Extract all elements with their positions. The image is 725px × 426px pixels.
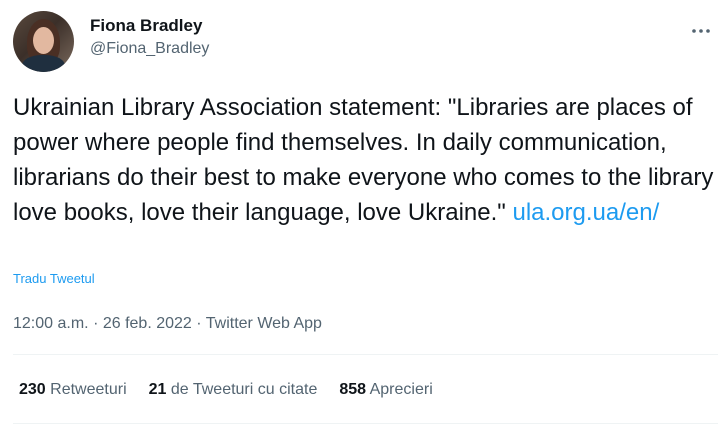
quote-tweets-label: de Tweeturi cu citate [170, 381, 318, 398]
retweets-label: Retweeturi [50, 381, 127, 398]
likes-stat[interactable]: 858 Aprecieri [339, 379, 432, 401]
tweet-date[interactable]: 26 feb. 2022 [103, 315, 192, 332]
divider [13, 423, 718, 424]
tweet-stats: 230 Retweeturi 21 de Tweeturi cu citate … [19, 379, 433, 401]
tweet-source[interactable]: Twitter Web App [206, 315, 322, 332]
divider [13, 354, 718, 355]
tweet-header: Fiona Bradley @Fiona_Bradley [13, 11, 713, 72]
avatar[interactable] [13, 11, 74, 72]
meta-separator: · [196, 315, 202, 332]
tweet-detail: Fiona Bradley @Fiona_Bradley Ukrainian L… [0, 0, 725, 426]
tweet-link[interactable]: ula.org.ua/en/ [512, 199, 659, 226]
author-names: Fiona Bradley @Fiona_Bradley [90, 15, 209, 61]
more-horizontal-icon[interactable] [689, 19, 713, 43]
retweets-stat[interactable]: 230 Retweeturi [19, 379, 127, 401]
tweet-time[interactable]: 12:00 a.m. [13, 315, 89, 332]
author-handle[interactable]: @Fiona_Bradley [90, 37, 209, 61]
retweets-count: 230 [19, 381, 46, 398]
tweet-text: Ukrainian Library Association statement:… [13, 90, 718, 230]
likes-count: 858 [339, 381, 367, 398]
avatar-face [33, 27, 54, 54]
likes-label: Aprecieri [369, 381, 433, 398]
translate-tweet-link[interactable]: Tradu Tweetul [13, 271, 95, 286]
meta-separator: · [93, 315, 99, 332]
author-display-name[interactable]: Fiona Bradley [90, 15, 209, 37]
tweet-meta: 12:00 a.m. · 26 feb. 2022 · Twitter Web … [13, 313, 322, 335]
quote-tweets-stat[interactable]: 21 de Tweeturi cu citate [149, 379, 318, 401]
avatar-shirt [22, 55, 65, 72]
quote-tweets-count: 21 [148, 381, 167, 398]
